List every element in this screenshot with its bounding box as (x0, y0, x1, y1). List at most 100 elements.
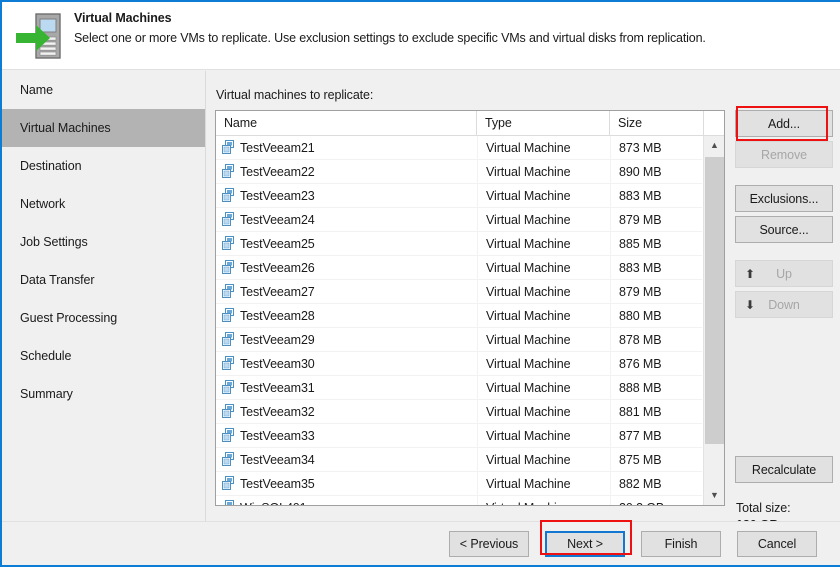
cell-name: TestVeeam35 (216, 472, 477, 496)
recalculate-button[interactable]: Recalculate (735, 456, 833, 483)
cell-type: Virtual Machine (477, 280, 610, 304)
cell-size: 883 MB (610, 256, 702, 280)
cell-size: 882 MB (610, 472, 702, 496)
cell-size: 888 MB (610, 376, 702, 400)
virtual-machine-icon (222, 355, 237, 370)
sidebar-item-name[interactable]: Name (2, 71, 205, 109)
table-row[interactable]: TestVeeam21 Virtual Machine 873 MB (216, 136, 702, 160)
sidebar-item-schedule[interactable]: Schedule (2, 337, 205, 375)
cell-type: Virtual Machine (477, 448, 610, 472)
previous-button[interactable]: < Previous (449, 531, 529, 557)
cell-type: Virtual Machine (477, 136, 610, 160)
vm-list-scrollbar[interactable]: ▲ ▼ (703, 136, 724, 505)
vm-name-label: TestVeeam25 (240, 237, 315, 251)
cell-size: 876 MB (610, 352, 702, 376)
cell-name: TestVeeam28 (216, 304, 477, 328)
arrow-up-icon: ⬆ (745, 266, 755, 281)
page-subtitle: Select one or more VMs to replicate. Use… (74, 31, 706, 45)
table-row[interactable]: WinSQL401 Virtual Machine20.3 GB (216, 496, 702, 505)
move-up-button: ⬆ Up (735, 260, 833, 287)
table-row[interactable]: TestVeeam26 Virtual Machine 883 MB (216, 256, 702, 280)
cell-type: Virtual Machine (477, 160, 610, 184)
sidebar-item-summary[interactable]: Summary (2, 375, 205, 413)
sidebar-item-job-settings[interactable]: Job Settings (2, 223, 205, 261)
table-row[interactable]: TestVeeam24 Virtual Machine 879 MB (216, 208, 702, 232)
vm-name-label: TestVeeam32 (240, 405, 315, 419)
table-row[interactable]: TestVeeam27 Virtual Machine 879 MB (216, 280, 702, 304)
virtual-machine-icon (222, 139, 237, 154)
sidebar-item-label: Guest Processing (20, 311, 118, 325)
scroll-down-icon[interactable]: ▼ (704, 486, 724, 505)
vm-name-label: TestVeeam22 (240, 165, 315, 179)
cell-name: TestVeeam26 (216, 256, 477, 280)
sidebar-item-destination[interactable]: Destination (2, 147, 205, 185)
vm-list-rows: TestVeeam21 Virtual Machine 873 MB TestVeea… (216, 136, 702, 505)
cancel-button[interactable]: Cancel (737, 531, 817, 557)
cell-type: Virtual Machine (477, 328, 610, 352)
vm-name-label: WinSQL401 (240, 501, 307, 505)
cell-type: Virtual Machine (477, 400, 610, 424)
move-down-label: Down (768, 297, 800, 312)
vm-name-label: TestVeeam28 (240, 309, 315, 323)
vm-name-label: TestVeeam26 (240, 261, 315, 275)
add-button[interactable]: Add... (735, 110, 833, 137)
virtual-machine-icon (222, 259, 237, 274)
page-title: Virtual Machines (74, 11, 172, 25)
cell-size: 885 MB (610, 232, 702, 256)
finish-button[interactable]: Finish (641, 531, 721, 557)
sidebar-item-guest-processing[interactable]: Guest Processing (2, 299, 205, 337)
table-row[interactable]: TestVeeam28 Virtual Machine 880 MB (216, 304, 702, 328)
cell-type: Virtual Machine (477, 184, 610, 208)
cell-type: Virtual Machine (477, 472, 610, 496)
source-button[interactable]: Source... (735, 216, 833, 243)
column-header-type[interactable]: Type (477, 111, 610, 136)
header-text-block: Virtual Machines Select one or more VMs … (74, 11, 830, 45)
scrollbar-thumb[interactable] (705, 157, 724, 444)
table-row[interactable]: TestVeeam32 Virtual Machine 881 MB (216, 400, 702, 424)
virtual-machine-icon (222, 379, 237, 394)
virtual-machine-icon (222, 283, 237, 298)
vm-name-label: TestVeeam23 (240, 189, 315, 203)
table-row[interactable]: TestVeeam35 Virtual Machine 882 MB (216, 472, 702, 496)
cell-name: TestVeeam30 (216, 352, 477, 376)
column-header-name[interactable]: Name (216, 111, 477, 136)
virtual-machine-icon (222, 235, 237, 250)
column-header-size[interactable]: Size (610, 111, 704, 136)
cell-name: TestVeeam33 (216, 424, 477, 448)
vm-name-label: TestVeeam35 (240, 477, 315, 491)
sidebar-item-data-transfer[interactable]: Data Transfer (2, 261, 205, 299)
main-pane: Virtual machines to replicate: Name Type… (207, 71, 840, 532)
table-row[interactable]: TestVeeam30 Virtual Machine 876 MB (216, 352, 702, 376)
table-row[interactable]: TestVeeam25 Virtual Machine 885 MB (216, 232, 702, 256)
sidebar-item-label: Data Transfer (20, 273, 95, 287)
cell-name: TestVeeam25 (216, 232, 477, 256)
sidebar-item-label: Job Settings (20, 235, 88, 249)
table-row[interactable]: TestVeeam31 Virtual Machine 888 MB (216, 376, 702, 400)
exclusions-button[interactable]: Exclusions... (735, 185, 833, 212)
sidebar-item-virtual-machines[interactable]: Virtual Machines (2, 109, 205, 147)
sidebar-item-label: Virtual Machines (20, 121, 111, 135)
table-row[interactable]: TestVeeam22 Virtual Machine 890 MB (216, 160, 702, 184)
table-row[interactable]: TestVeeam34 Virtual Machine 875 MB (216, 448, 702, 472)
vm-list-header-row: Name Type Size (216, 111, 724, 136)
vm-list-label: Virtual machines to replicate: (216, 88, 374, 102)
cell-name: TestVeeam31 (216, 376, 477, 400)
table-row[interactable]: TestVeeam23 Virtual Machine 883 MB (216, 184, 702, 208)
cell-type: Virtual Machine (477, 424, 610, 448)
wizard-footer: < Previous Next > Finish Cancel (2, 521, 840, 565)
cell-type: Virtual Machine (477, 256, 610, 280)
table-row[interactable]: TestVeeam29 Virtual Machine 878 MB (216, 328, 702, 352)
virtual-machine-icon (222, 187, 237, 202)
cell-name: TestVeeam34 (216, 448, 477, 472)
virtual-machine-icon (222, 211, 237, 226)
vm-name-label: TestVeeam21 (240, 141, 315, 155)
sidebar-item-network[interactable]: Network (2, 185, 205, 223)
vm-name-label: TestVeeam27 (240, 285, 315, 299)
vm-list-view[interactable]: Name Type Size TestVeeam21 Virtual Machin… (215, 110, 725, 506)
virtual-machine-icon (222, 499, 237, 505)
next-button[interactable]: Next > (545, 531, 625, 557)
cell-name: TestVeeam32 (216, 400, 477, 424)
scroll-up-icon[interactable]: ▲ (704, 136, 724, 155)
vm-name-label: TestVeeam24 (240, 213, 315, 227)
table-row[interactable]: TestVeeam33 Virtual Machine 877 MB (216, 424, 702, 448)
